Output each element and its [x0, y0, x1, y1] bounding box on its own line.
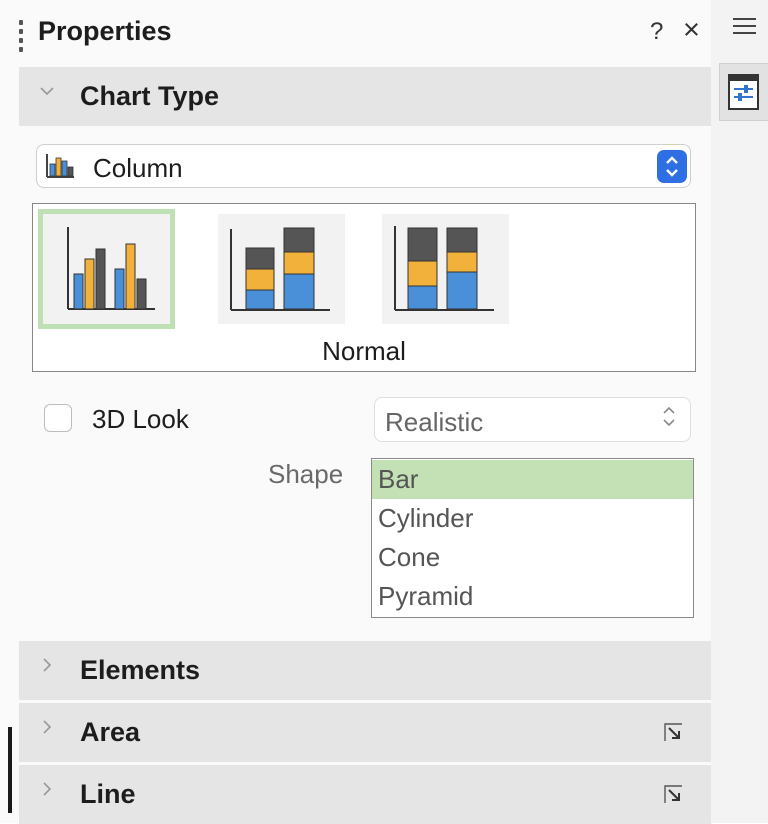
- panel-title: Properties: [38, 16, 172, 46]
- chevron-right-icon: [39, 780, 55, 803]
- sidebar-menu-icon[interactable]: [733, 18, 756, 38]
- scheme-value: Realistic: [385, 407, 484, 437]
- properties-panel: Properties ? × Chart Type Column Normal …: [0, 0, 711, 824]
- properties-tab-icon[interactable]: [719, 63, 768, 121]
- shape-listbox[interactable]: Bar Cylinder Cone Pyramid: [371, 458, 694, 618]
- section-elements[interactable]: Elements: [19, 641, 711, 700]
- section-line[interactable]: Line: [19, 765, 711, 824]
- updown-arrows-icon: [662, 404, 676, 433]
- section-area[interactable]: Area: [19, 703, 711, 762]
- section-chart-type[interactable]: Chart Type: [19, 67, 711, 126]
- section-label: Chart Type: [80, 81, 220, 111]
- shape-label: Shape: [268, 459, 344, 489]
- chart-type-dropdown[interactable]: Column: [36, 144, 691, 188]
- list-item[interactable]: Pyramid: [372, 577, 693, 616]
- list-item[interactable]: Cone: [372, 538, 693, 577]
- percent-stacked-column-icon: [394, 226, 494, 311]
- 3d-look-checkbox[interactable]: [44, 404, 72, 432]
- 3d-look-label: 3D Look: [92, 404, 189, 434]
- section-label: Line: [80, 779, 136, 809]
- drag-handle[interactable]: [19, 20, 23, 52]
- variant-normal[interactable]: [43, 214, 170, 324]
- column-chart-icon: [45, 153, 75, 179]
- list-item[interactable]: Bar: [372, 460, 693, 499]
- more-options-icon[interactable]: [664, 723, 683, 742]
- variant-percent-stacked[interactable]: [382, 214, 509, 324]
- chevron-right-icon: [39, 718, 55, 741]
- stacked-column-icon: [230, 227, 330, 311]
- close-button[interactable]: ×: [683, 14, 700, 47]
- more-options-icon[interactable]: [664, 785, 683, 804]
- help-button[interactable]: ?: [650, 18, 663, 46]
- sidebar-tabbar: [711, 0, 768, 823]
- section-label: Elements: [80, 655, 201, 685]
- chart-type-value: Column: [93, 153, 183, 183]
- chevron-down-icon: [39, 82, 55, 105]
- chart-variant-gallery: Normal: [32, 203, 696, 372]
- list-item[interactable]: Cylinder: [372, 499, 693, 538]
- spin-arrows-icon[interactable]: [657, 150, 687, 183]
- normal-column-icon: [67, 227, 155, 310]
- 3d-scheme-dropdown[interactable]: Realistic: [374, 397, 691, 442]
- section-label: Area: [80, 717, 141, 747]
- variant-caption: Normal: [322, 336, 406, 366]
- chevron-right-icon: [39, 656, 55, 679]
- variant-stacked[interactable]: [218, 214, 345, 324]
- window-edge: [8, 727, 12, 813]
